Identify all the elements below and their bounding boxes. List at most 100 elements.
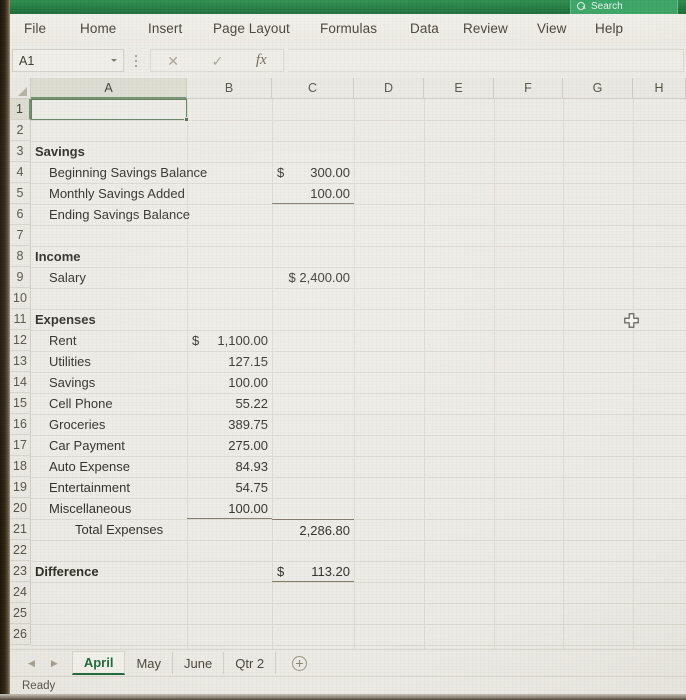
row-header-4[interactable]: 4	[10, 162, 31, 183]
cell-area[interactable]: Savings Beginning Savings Balance Monthly …	[31, 99, 686, 649]
insert-function-icon[interactable]: fx	[256, 53, 267, 68]
row-header-12[interactable]: 12	[10, 330, 31, 351]
row-header-7[interactable]: 7	[10, 225, 31, 246]
cell-A6[interactable]: Ending Savings Balance	[45, 204, 190, 225]
cell-C9[interactable]: $ 2,400.00	[272, 267, 354, 288]
row-header-11[interactable]: 11	[10, 309, 31, 330]
row-header-23[interactable]: 23	[10, 561, 31, 582]
excel-plus-cursor-icon	[624, 313, 639, 328]
cell-B18[interactable]: 84.93	[187, 456, 272, 477]
screen-bezel-left	[0, 0, 10, 700]
cell-A15[interactable]: Cell Phone	[45, 393, 187, 414]
row-header-8[interactable]: 8	[10, 246, 31, 267]
row-header-18[interactable]: 18	[10, 456, 31, 477]
column-header-C[interactable]: C	[272, 78, 354, 99]
cell-C21[interactable]: 2,286.80	[272, 519, 354, 540]
cell-B15[interactable]: 55.22	[187, 393, 272, 414]
select-all-corner[interactable]	[10, 78, 31, 99]
row-header-13[interactable]: 13	[10, 351, 31, 372]
sheet-tab-april[interactable]: April	[71, 651, 126, 675]
cell-A9[interactable]: Salary	[45, 267, 187, 288]
cell-A4[interactable]: Beginning Savings Balance	[45, 162, 207, 183]
row-header-21[interactable]: 21	[10, 519, 31, 540]
confirm-icon[interactable]: ✓	[212, 54, 224, 68]
column-header-E[interactable]: E	[424, 78, 494, 99]
row-header-2[interactable]: 2	[10, 120, 31, 141]
ribbon-tab-review[interactable]: Review	[463, 21, 508, 36]
row-header-6[interactable]: 6	[10, 204, 31, 225]
row-header-15[interactable]: 15	[10, 393, 31, 414]
sheet-tab-june[interactable]: June	[173, 652, 225, 674]
spreadsheet-grid[interactable]: ABCDEFGH 1 2 3 4 5 6 7 8 9 10 11 12 13 14 15 16 17 18 19 20…	[10, 78, 686, 649]
formula-input[interactable]	[288, 49, 684, 72]
column-header-F[interactable]: F	[494, 78, 563, 99]
row-header-25[interactable]: 25	[10, 603, 31, 624]
sheet-next-icon[interactable]: ▶	[51, 658, 58, 669]
row-header-1[interactable]: 1	[10, 99, 31, 120]
ribbon-tab-view[interactable]: View	[537, 21, 566, 36]
cell-C4[interactable]: 300.00	[272, 162, 354, 183]
gridline-vertical	[494, 99, 495, 649]
sheet-tab-may[interactable]: May	[125, 652, 174, 674]
row-header-19[interactable]: 19	[10, 477, 31, 498]
column-header-H[interactable]: H	[633, 78, 686, 99]
row-header-9[interactable]: 9	[10, 267, 31, 288]
ribbon-tab-insert[interactable]: Insert	[148, 21, 182, 36]
cell-B20[interactable]: 100.00	[187, 498, 272, 519]
gridline-horizontal	[31, 540, 686, 541]
row-header-3[interactable]: 3	[10, 141, 31, 162]
row-header-16[interactable]: 16	[10, 414, 31, 435]
cell-B12[interactable]: 1,100.00	[187, 330, 272, 351]
cell-A8[interactable]: Income	[31, 246, 187, 267]
fill-handle[interactable]	[184, 117, 189, 122]
row-header-22[interactable]: 22	[10, 540, 31, 561]
cell-A5[interactable]: Monthly Savings Added	[45, 183, 187, 204]
cell-A14[interactable]: Savings	[45, 372, 187, 393]
ribbon-tab-formulas[interactable]: Formulas	[320, 21, 377, 36]
chevron-down-icon[interactable]	[111, 59, 117, 62]
row-header-26[interactable]: 26	[10, 624, 31, 645]
cell-A16[interactable]: Groceries	[45, 414, 187, 435]
cell-A20[interactable]: Miscellaneous	[45, 498, 187, 519]
ribbon-tab-home[interactable]: Home	[80, 21, 116, 36]
sheet-tab-qtr-2[interactable]: Qtr 2	[224, 652, 277, 674]
ribbon-tab-data[interactable]: Data	[410, 21, 439, 36]
cell-A18[interactable]: Auto Expense	[45, 456, 187, 477]
ribbon-tab-page-layout[interactable]: Page Layout	[213, 21, 290, 36]
row-header-14[interactable]: 14	[10, 372, 31, 393]
cell-A11[interactable]: Expenses	[31, 309, 187, 330]
cell-A21[interactable]: Total Expenses	[71, 519, 187, 540]
active-cell-selection[interactable]	[31, 99, 189, 122]
column-header-G[interactable]: G	[563, 78, 633, 99]
row-header-20[interactable]: 20	[10, 498, 31, 519]
cell-B19[interactable]: 54.75	[187, 477, 272, 498]
row-header-24[interactable]: 24	[10, 582, 31, 603]
column-header-A[interactable]: A	[31, 78, 187, 99]
cell-B14[interactable]: 100.00	[187, 372, 272, 393]
ribbon-tab-help[interactable]: Help	[595, 21, 623, 36]
add-sheet-icon[interactable]	[292, 655, 308, 671]
ribbon-tab-file[interactable]: File	[24, 21, 46, 36]
cell-A3[interactable]: Savings	[31, 141, 187, 162]
cell-B17[interactable]: 275.00	[187, 435, 272, 456]
name-box[interactable]: A1	[12, 49, 124, 72]
row-header-17[interactable]: 17	[10, 435, 31, 456]
cell-A19[interactable]: Entertainment	[45, 477, 187, 498]
cell-A13[interactable]: Utilities	[45, 351, 187, 372]
cell-B16[interactable]: 389.75	[187, 414, 272, 435]
row-header-10[interactable]: 10	[10, 288, 31, 309]
gridline-horizontal	[31, 288, 686, 289]
cell-A17[interactable]: Car Payment	[45, 435, 187, 456]
row-header-5[interactable]: 5	[10, 183, 31, 204]
currency-symbol-B12: $	[192, 333, 200, 348]
cell-C23[interactable]: 113.20	[272, 561, 354, 582]
cell-C5[interactable]: 100.00	[272, 183, 354, 204]
sheet-prev-icon[interactable]: ◀	[28, 658, 35, 669]
column-header-D[interactable]: D	[354, 78, 424, 99]
column-header-B[interactable]: B	[187, 78, 272, 99]
cancel-icon[interactable]: ✕	[167, 54, 179, 68]
cell-A23[interactable]: Difference	[31, 561, 187, 582]
formula-bar-grip[interactable]	[134, 55, 138, 67]
cell-B13[interactable]: 127.15	[187, 351, 272, 372]
cell-A12[interactable]: Rent	[45, 330, 187, 351]
